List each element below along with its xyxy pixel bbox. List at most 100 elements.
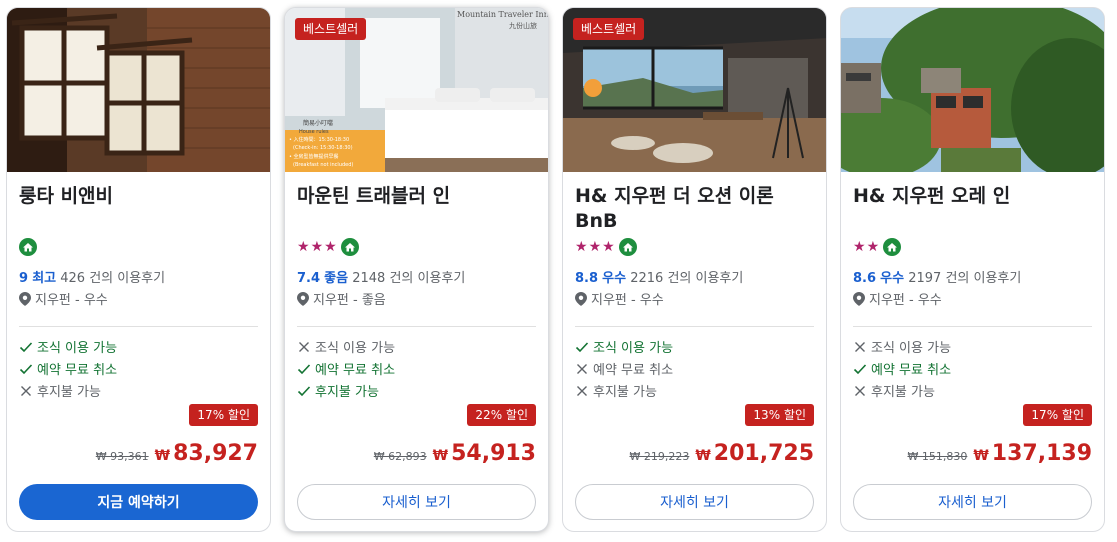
feature-free-cancel: 예약 무료 취소 <box>853 359 951 378</box>
rating: 9 최고 426 건의 이용후기 <box>19 267 165 286</box>
hotel-photo[interactable]: 簡易小叮噹 House rules • 入住時間：15:30-18:30 (Ch… <box>285 8 548 172</box>
rating: 7.4 좋음 2148 건의 이용후기 <box>297 267 465 286</box>
feature-pay-later: 후지불 가능 <box>297 381 379 400</box>
home-icon <box>340 238 359 256</box>
hotel-card[interactable]: 룽타 비앤비 9 최고 426 건의 이용후기 지우펀 - 우수 조식 이용 가… <box>6 7 271 532</box>
hotel-card-row: 룽타 비앤비 9 최고 426 건의 이용후기 지우펀 - 우수 조식 이용 가… <box>0 0 1117 542</box>
star-icon: ★ <box>324 239 337 255</box>
discount-badge: 17% 할인 <box>189 404 258 426</box>
hotel-photo[interactable] <box>841 8 1104 172</box>
price: ₩ 62,893 ₩54,913 <box>374 441 536 466</box>
rating-grade: 우수 <box>602 271 627 286</box>
star-icon: ★ <box>575 239 588 255</box>
price: ₩ 93,361 ₩83,927 <box>96 441 258 466</box>
feature-breakfast: 조식 이용 가능 <box>297 337 395 356</box>
check-icon <box>19 363 33 374</box>
feature-breakfast: 조식 이용 가능 <box>853 337 951 356</box>
discount-badge: 13% 할인 <box>745 404 814 426</box>
hotel-class: ★ ★ ★ <box>297 237 359 257</box>
hotel-class <box>19 237 37 257</box>
star-icon: ★ <box>310 239 324 255</box>
rating-grade: 최고 <box>32 271 57 286</box>
view-details-button[interactable]: 자세히 보기 <box>853 484 1092 520</box>
star-icon: ★ <box>588 239 602 255</box>
check-icon <box>297 363 311 374</box>
feature-breakfast: 조식 이용 가능 <box>575 337 673 356</box>
rating-score: 8.8 <box>575 271 599 286</box>
original-price: ₩ 219,223 <box>629 450 690 463</box>
book-now-button[interactable]: 지금 예약하기 <box>19 484 258 520</box>
rating: 8.8 우수 2216 건의 이용후기 <box>575 267 743 286</box>
cross-icon <box>855 341 865 352</box>
current-price: ₩54,913 <box>432 441 536 466</box>
rating-score: 8.6 <box>853 271 877 286</box>
hotel-card[interactable]: 베스트셀러 H& 지우펀 더 오션 이론 BnB ★ ★ ★ 8.8 우수 22… <box>562 7 827 532</box>
feature-pay-later: 후지불 가능 <box>575 381 657 400</box>
hotel-name[interactable]: H& 지우펀 더 오션 이론 BnB <box>575 184 815 234</box>
hotel-name[interactable]: 마운틴 트래블러 인 <box>297 184 537 209</box>
original-price: ₩ 151,830 <box>907 450 968 463</box>
check-icon <box>19 341 33 352</box>
location-pin-icon <box>19 291 31 306</box>
divider <box>297 326 536 327</box>
review-count: 2216 건의 이용후기 <box>630 271 744 286</box>
cross-icon <box>577 363 587 374</box>
location: 지우펀 - 좋음 <box>297 289 386 308</box>
hotel-class: ★ ★ ★ <box>575 237 637 257</box>
location: 지우펀 - 우수 <box>19 289 108 308</box>
hotel-photo[interactable]: 베스트셀러 <box>563 8 826 172</box>
feature-free-cancel: 예약 무료 취소 <box>19 359 117 378</box>
star-icon: ★ <box>602 239 615 255</box>
location-pin-icon <box>297 291 309 306</box>
home-icon <box>883 238 902 256</box>
rating-score: 9 <box>19 271 29 286</box>
home-icon <box>19 238 37 256</box>
hotel-name[interactable]: 룽타 비앤비 <box>19 184 259 209</box>
divider <box>853 326 1092 327</box>
feature-pay-later: 후지불 가능 <box>19 381 101 400</box>
star-icon: ★ <box>866 239 880 255</box>
check-icon <box>575 341 589 352</box>
photo-sign-sub: 九份山旅 <box>509 21 537 30</box>
photo-panel-sub: House rules <box>299 129 329 135</box>
cross-icon <box>299 341 309 352</box>
feature-breakfast: 조식 이용 가능 <box>19 337 117 356</box>
location-text: 지우펀 - 우수 <box>35 293 108 308</box>
feature-free-cancel: 예약 무료 취소 <box>575 359 673 378</box>
current-price: ₩83,927 <box>154 441 258 466</box>
price: ₩ 151,830 ₩137,139 <box>907 441 1092 466</box>
rating-grade: 우수 <box>880 271 905 286</box>
rating-score: 7.4 <box>297 271 321 286</box>
location-text: 지우펀 - 좋음 <box>313 293 386 308</box>
divider <box>19 326 258 327</box>
location-text: 지우펀 - 우수 <box>591 293 664 308</box>
photo-panel-title: 簡易小叮噹 <box>303 119 333 127</box>
hotel-photo[interactable] <box>7 8 270 172</box>
view-details-button[interactable]: 자세히 보기 <box>575 484 814 520</box>
location-pin-icon <box>575 291 587 306</box>
hotel-name[interactable]: H& 지우펀 오레 인 <box>853 184 1093 209</box>
current-price: ₩201,725 <box>695 441 814 466</box>
cross-icon <box>577 385 587 396</box>
hotel-card[interactable]: H& 지우펀 오레 인 ★ ★ 8.6 우수 2197 건의 이용후기 지우펀 … <box>840 7 1105 532</box>
divider <box>575 326 814 327</box>
original-price: ₩ 62,893 <box>373 450 427 463</box>
hotel-card[interactable]: 簡易小叮噹 House rules • 入住時間：15:30-18:30 (Ch… <box>284 7 549 532</box>
bestseller-badge: 베스트셀러 <box>573 18 645 40</box>
review-count: 2197 건의 이용후기 <box>908 271 1022 286</box>
bestseller-badge: 베스트셀러 <box>295 18 367 40</box>
view-details-button[interactable]: 자세히 보기 <box>297 484 536 520</box>
current-price: ₩137,139 <box>973 441 1092 466</box>
photo-line-1: • 入住時間：15:30-18:30 <box>289 136 349 143</box>
photo-line-4: (Breakfast not included) <box>293 162 353 168</box>
review-count: 426 건의 이용후기 <box>60 271 166 286</box>
hotel-class: ★ ★ <box>853 237 902 257</box>
photo-line-3: • 全房型皆無提供早餐 <box>289 153 339 160</box>
star-icon: ★ <box>853 239 866 255</box>
home-icon <box>618 238 637 256</box>
location-pin-icon <box>853 291 865 306</box>
price: ₩ 219,223 ₩201,725 <box>629 441 814 466</box>
photo-line-2: (Check-in: 15:30-18:30) <box>293 145 353 151</box>
rating: 8.6 우수 2197 건의 이용후기 <box>853 267 1021 286</box>
rating-grade: 좋음 <box>324 271 349 286</box>
